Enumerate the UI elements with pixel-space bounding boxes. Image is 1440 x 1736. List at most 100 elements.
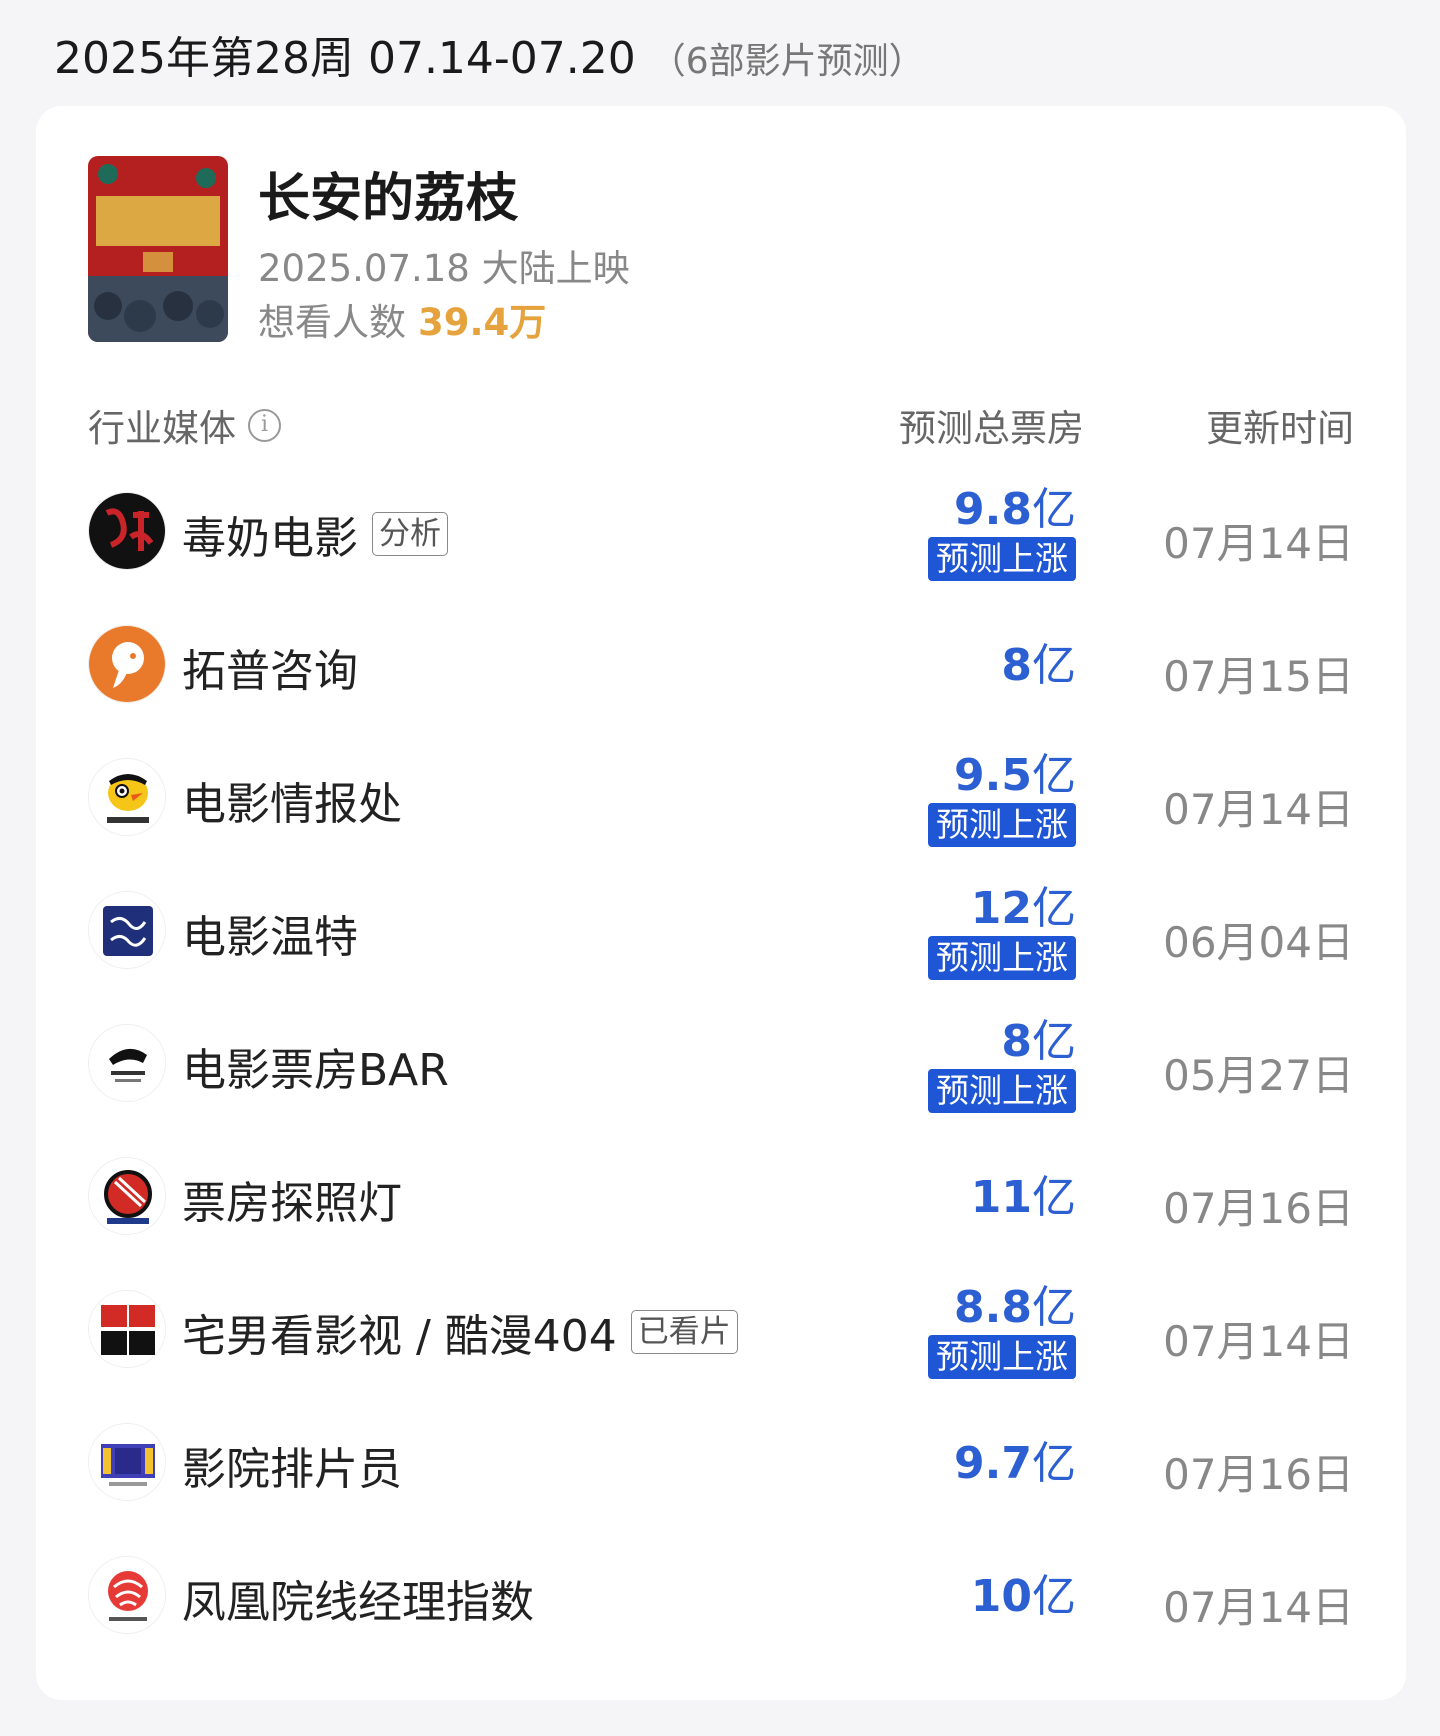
list-item[interactable]: 拓普咨询 8亿 07月15日 xyxy=(88,599,1354,732)
forecast-number: 12 xyxy=(970,882,1032,934)
forecast-unit: 亿 xyxy=(1032,749,1076,801)
update-date: 07月16日 xyxy=(1163,1184,1354,1233)
media-name-text: 凤凰院线经理指数 xyxy=(182,1577,534,1628)
media-name-text: 票房探照灯 xyxy=(182,1178,402,1229)
rise-badge: 预测上涨 xyxy=(928,1068,1076,1113)
movie-title[interactable]: 长安的荔枝 xyxy=(258,156,518,231)
rise-badge: 预测上涨 xyxy=(928,536,1076,581)
forecast-cell: 9.5亿 预测上涨 xyxy=(928,732,1076,865)
forecast-list: 毒奶电影 分析 9.8亿 预测上涨 07月14日 拓普咨询 8亿 07月15日 … xyxy=(88,466,1354,1663)
want-count-value: 39.4万 xyxy=(418,301,547,344)
media-name: 拓普咨询 xyxy=(182,635,358,699)
header-media: 行业媒体 i xyxy=(88,398,281,452)
update-date: 05月27日 xyxy=(1163,1051,1354,1100)
media-name-text: 宅男看影视 / 酷漫404 xyxy=(182,1311,617,1362)
film-strip-logo-icon xyxy=(88,1423,166,1501)
list-item[interactable]: 毒奶电影 分析 9.8亿 预测上涨 07月14日 xyxy=(88,466,1354,599)
media-name: 凤凰院线经理指数 xyxy=(182,1566,534,1630)
forecast-unit: 亿 xyxy=(1032,1171,1076,1223)
rise-badge: 预测上涨 xyxy=(928,935,1076,980)
media-name: 电影情报处 xyxy=(182,768,402,832)
update-date: 07月15日 xyxy=(1163,652,1354,701)
header-box-office: 预测总票房 xyxy=(899,407,1084,450)
forecast-cell: 8亿 xyxy=(1001,599,1076,732)
table-header: 行业媒体 i 预测总票房 更新时间 xyxy=(88,392,1354,452)
week-subtitle: （6部影片预测） xyxy=(649,41,925,82)
forecast-cell: 11亿 xyxy=(971,1131,1076,1264)
forecast-unit: 亿 xyxy=(1032,639,1076,691)
info-icon[interactable]: i xyxy=(248,408,281,442)
update-date: 07月14日 xyxy=(1163,1583,1354,1632)
movie-poster[interactable] xyxy=(88,156,228,342)
update-date: 07月14日 xyxy=(1163,519,1354,568)
list-item[interactable]: 宅男看影视 / 酷漫404 已看片 8.8亿 预测上涨 07月14日 xyxy=(88,1264,1354,1397)
header-media-label: 行业媒体 xyxy=(88,407,236,450)
list-item[interactable]: 电影温特 12亿 预测上涨 06月04日 xyxy=(88,865,1354,998)
movie-release-date: 2025.07.18 大陆上映 xyxy=(258,247,630,290)
media-tag: 分析 xyxy=(372,512,448,556)
forecast-value: 8.8亿 xyxy=(954,1281,1076,1333)
list-item[interactable]: 电影情报处 9.5亿 预测上涨 07月14日 xyxy=(88,732,1354,865)
update-date: 07月14日 xyxy=(1163,1317,1354,1366)
movie-want-count: 想看人数 39.4万 xyxy=(258,292,546,346)
forecast-number: 9.5 xyxy=(954,749,1032,801)
update-date: 06月04日 xyxy=(1163,918,1354,967)
forecast-value: 12亿 xyxy=(970,882,1076,934)
rise-badge: 预测上涨 xyxy=(928,802,1076,847)
dunai-logo-icon xyxy=(88,492,166,570)
forecast-cell: 9.7亿 xyxy=(954,1397,1076,1530)
forecast-value: 8亿 xyxy=(1001,639,1076,691)
list-item[interactable]: 票房探照灯 11亿 07月16日 xyxy=(88,1131,1354,1264)
wente-logo-icon xyxy=(88,891,166,969)
forecast-number: 8 xyxy=(1001,639,1032,691)
forecast-value: 9.7亿 xyxy=(954,1437,1076,1489)
media-name-text: 毒奶电影 xyxy=(182,513,358,564)
forecast-cell: 8亿 预测上涨 xyxy=(928,998,1076,1131)
media-name: 票房探照灯 xyxy=(182,1167,402,1231)
media-name: 电影温特 xyxy=(182,901,358,965)
penguin-logo-icon xyxy=(88,758,166,836)
media-name-text: 电影票房BAR xyxy=(182,1045,449,1096)
forecast-unit: 亿 xyxy=(1032,1570,1076,1622)
forecast-number: 8.8 xyxy=(954,1281,1032,1333)
forecast-number: 9.8 xyxy=(954,483,1032,535)
week-header: 2025年第28周 07.14-07.20 （6部影片预测） xyxy=(54,22,925,86)
media-tag: 已看片 xyxy=(630,1310,738,1354)
media-name-text: 电影温特 xyxy=(182,912,358,963)
forecast-value: 11亿 xyxy=(970,1171,1076,1223)
bar-logo-icon xyxy=(88,1024,166,1102)
forecast-value: 9.8亿 xyxy=(954,483,1076,535)
forecast-unit: 亿 xyxy=(1032,1281,1076,1333)
media-name-text: 拓普咨询 xyxy=(182,646,358,697)
forecast-unit: 亿 xyxy=(1032,1437,1076,1489)
tuopu-logo-icon xyxy=(88,625,166,703)
forecast-number: 9.7 xyxy=(954,1437,1032,1489)
media-name: 毒奶电影 分析 xyxy=(182,502,448,566)
forecast-cell: 8.8亿 预测上涨 xyxy=(928,1264,1076,1397)
forecast-cell: 9.8亿 预测上涨 xyxy=(928,466,1076,599)
media-name: 宅男看影视 / 酷漫404 已看片 xyxy=(182,1300,738,1364)
forecast-cell: 12亿 预测上涨 xyxy=(928,865,1076,998)
update-date: 07月14日 xyxy=(1163,785,1354,834)
forecast-card: 长安的荔枝 2025.07.18 大陆上映 想看人数 39.4万 行业媒体 i 预… xyxy=(36,106,1406,1700)
kuman-logo-icon xyxy=(88,1290,166,1368)
update-date: 07月16日 xyxy=(1163,1450,1354,1499)
media-name: 电影票房BAR xyxy=(182,1034,449,1098)
forecast-cell: 10亿 xyxy=(971,1530,1076,1663)
forecast-number: 10 xyxy=(970,1570,1032,1622)
forecast-unit: 亿 xyxy=(1032,483,1076,535)
forecast-number: 8 xyxy=(1001,1015,1032,1067)
want-label: 想看人数 xyxy=(258,301,406,344)
week-title: 2025年第28周 07.14-07.20 xyxy=(54,33,636,84)
media-name: 影院排片员 xyxy=(182,1433,402,1497)
searchlight-logo-icon xyxy=(88,1157,166,1235)
media-name-text: 电影情报处 xyxy=(182,779,402,830)
media-name-text: 影院排片员 xyxy=(182,1444,402,1495)
forecast-value: 10亿 xyxy=(970,1570,1076,1622)
list-item[interactable]: 影院排片员 9.7亿 07月16日 xyxy=(88,1397,1354,1530)
forecast-unit: 亿 xyxy=(1032,882,1076,934)
forecast-number: 11 xyxy=(970,1171,1032,1223)
ifeng-logo-icon xyxy=(88,1556,166,1634)
list-item[interactable]: 凤凰院线经理指数 10亿 07月14日 xyxy=(88,1530,1354,1663)
list-item[interactable]: 电影票房BAR 8亿 预测上涨 05月27日 xyxy=(88,998,1354,1131)
